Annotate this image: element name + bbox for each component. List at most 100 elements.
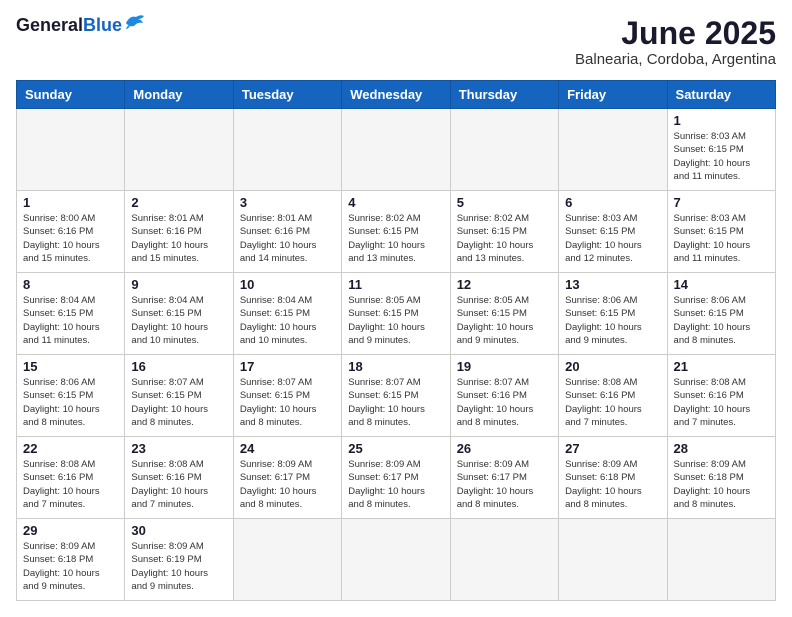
day-info: Sunrise: 8:02 AMSunset: 6:15 PMDaylight:…: [348, 212, 443, 265]
calendar-cell-w3-d7: 14 Sunrise: 8:06 AMSunset: 6:15 PMDayligh…: [667, 273, 775, 355]
calendar-cell-w3-d6: 13 Sunrise: 8:06 AMSunset: 6:15 PMDayligh…: [559, 273, 667, 355]
calendar-cell-w6-d5: [450, 519, 558, 601]
calendar-cell-w5-d4: 25Sunrise: 8:09 AMSunset: 6:17 PMDayligh…: [342, 437, 450, 519]
day-number: 17: [240, 359, 335, 374]
calendar-cell-w6-d6: [559, 519, 667, 601]
calendar-cell-w1-d6: [559, 109, 667, 191]
week-row-2: 1Sunrise: 8:00 AMSunset: 6:16 PMDaylight…: [17, 191, 776, 273]
week-row-6: 29Sunrise: 8:09 AMSunset: 6:18 PMDayligh…: [17, 519, 776, 601]
calendar-cell-w3-d3: 10 Sunrise: 8:04 AMSunset: 6:15 PMDayligh…: [233, 273, 341, 355]
day-info: Sunrise: 8:06 AMSunset: 6:15 PMDaylight:…: [674, 294, 769, 347]
calendar-cell-w1-d7: 1 Sunrise: 8:03 AMSunset: 6:15 PMDaylight…: [667, 109, 775, 191]
calendar-cell-w6-d2: 30 Sunrise: 8:09 AMSunset: 6:19 PMDayligh…: [125, 519, 233, 601]
week-row-3: 8Sunrise: 8:04 AMSunset: 6:15 PMDaylight…: [17, 273, 776, 355]
calendar-cell-w4-d6: 20 Sunrise: 8:08 AMSunset: 6:16 PMDayligh…: [559, 355, 667, 437]
col-saturday: Saturday: [667, 81, 775, 109]
calendar-cell-w6-d7: [667, 519, 775, 601]
day-number: 27: [565, 441, 660, 456]
calendar-cell-w5-d1: 22Sunrise: 8:08 AMSunset: 6:16 PMDayligh…: [17, 437, 125, 519]
day-number: 13: [565, 277, 660, 292]
calendar-cell-w5-d5: 26Sunrise: 8:09 AMSunset: 6:17 PMDayligh…: [450, 437, 558, 519]
day-info: Sunrise: 8:09 AMSunset: 6:17 PMDaylight:…: [240, 458, 335, 511]
day-info: Sunrise: 8:06 AMSunset: 6:15 PMDaylight:…: [565, 294, 660, 347]
calendar-title: June 2025: [575, 16, 776, 51]
day-number: 3: [240, 195, 335, 210]
day-number: 15: [23, 359, 118, 374]
day-number: 10: [240, 277, 335, 292]
day-number: 18: [348, 359, 443, 374]
calendar-cell-w2-d4: 4Sunrise: 8:02 AMSunset: 6:15 PMDaylight…: [342, 191, 450, 273]
calendar-cell-w2-d3: 3Sunrise: 8:01 AMSunset: 6:16 PMDaylight…: [233, 191, 341, 273]
day-info: Sunrise: 8:06 AMSunset: 6:15 PMDaylight:…: [23, 376, 118, 429]
calendar-cell-w4-d4: 18 Sunrise: 8:07 AMSunset: 6:15 PMDayligh…: [342, 355, 450, 437]
calendar-header-row: Sunday Monday Tuesday Wednesday Thursday…: [17, 81, 776, 109]
calendar-cell-w2-d2: 2Sunrise: 8:01 AMSunset: 6:16 PMDaylight…: [125, 191, 233, 273]
day-number: 16: [131, 359, 226, 374]
day-number: 14: [674, 277, 769, 292]
day-number: 23: [131, 441, 226, 456]
day-info: Sunrise: 8:04 AMSunset: 6:15 PMDaylight:…: [240, 294, 335, 347]
day-number: 6: [565, 195, 660, 210]
week-row-1: 1 Sunrise: 8:03 AMSunset: 6:15 PMDaylight…: [17, 109, 776, 191]
day-info: Sunrise: 8:08 AMSunset: 6:16 PMDaylight:…: [23, 458, 118, 511]
calendar-cell-w1-d3: [233, 109, 341, 191]
day-info: Sunrise: 8:09 AMSunset: 6:18 PMDaylight:…: [565, 458, 660, 511]
day-info: Sunrise: 8:07 AMSunset: 6:15 PMDaylight:…: [131, 376, 226, 429]
day-number: 19: [457, 359, 552, 374]
logo-blue-text: Blue: [83, 15, 122, 35]
calendar-cell-w5-d3: 24Sunrise: 8:09 AMSunset: 6:17 PMDayligh…: [233, 437, 341, 519]
day-number: 1: [674, 113, 769, 128]
calendar-cell-w1-d4: [342, 109, 450, 191]
calendar-cell-w4-d7: 21 Sunrise: 8:08 AMSunset: 6:16 PMDayligh…: [667, 355, 775, 437]
day-number: 9: [131, 277, 226, 292]
day-number: 21: [674, 359, 769, 374]
day-number: 26: [457, 441, 552, 456]
calendar-cell-w4-d5: 19 Sunrise: 8:07 AMSunset: 6:16 PMDayligh…: [450, 355, 558, 437]
logo-general-text: General: [16, 15, 83, 35]
calendar-cell-w2-d6: 6 Sunrise: 8:03 AMSunset: 6:15 PMDaylight…: [559, 191, 667, 273]
calendar-cell-w5-d2: 23Sunrise: 8:08 AMSunset: 6:16 PMDayligh…: [125, 437, 233, 519]
col-friday: Friday: [559, 81, 667, 109]
calendar-cell-w2-d5: 5Sunrise: 8:02 AMSunset: 6:15 PMDaylight…: [450, 191, 558, 273]
col-wednesday: Wednesday: [342, 81, 450, 109]
day-number: 11: [348, 277, 443, 292]
day-info: Sunrise: 8:08 AMSunset: 6:16 PMDaylight:…: [674, 376, 769, 429]
day-info: Sunrise: 8:07 AMSunset: 6:16 PMDaylight:…: [457, 376, 552, 429]
day-info: Sunrise: 8:09 AMSunset: 6:19 PMDaylight:…: [131, 540, 226, 593]
calendar-cell-w1-d5: [450, 109, 558, 191]
calendar-cell-w3-d2: 9 Sunrise: 8:04 AMSunset: 6:15 PMDaylight…: [125, 273, 233, 355]
logo: GeneralBlue: [16, 16, 146, 36]
day-info: Sunrise: 8:09 AMSunset: 6:17 PMDaylight:…: [348, 458, 443, 511]
day-info: Sunrise: 8:03 AMSunset: 6:15 PMDaylight:…: [674, 212, 769, 265]
col-tuesday: Tuesday: [233, 81, 341, 109]
day-info: Sunrise: 8:08 AMSunset: 6:16 PMDaylight:…: [565, 376, 660, 429]
day-info: Sunrise: 8:07 AMSunset: 6:15 PMDaylight:…: [240, 376, 335, 429]
calendar-cell-w2-d1: 1Sunrise: 8:00 AMSunset: 6:16 PMDaylight…: [17, 191, 125, 273]
calendar-cell-w5-d6: 27 Sunrise: 8:09 AMSunset: 6:18 PMDayligh…: [559, 437, 667, 519]
title-area: June 2025 Balnearia, Cordoba, Argentina: [575, 16, 776, 68]
day-info: Sunrise: 8:07 AMSunset: 6:15 PMDaylight:…: [348, 376, 443, 429]
day-info: Sunrise: 8:03 AMSunset: 6:15 PMDaylight:…: [565, 212, 660, 265]
week-row-5: 22Sunrise: 8:08 AMSunset: 6:16 PMDayligh…: [17, 437, 776, 519]
day-number: 30: [131, 523, 226, 538]
col-sunday: Sunday: [17, 81, 125, 109]
day-info: Sunrise: 8:09 AMSunset: 6:18 PMDaylight:…: [23, 540, 118, 593]
col-monday: Monday: [125, 81, 233, 109]
day-info: Sunrise: 8:01 AMSunset: 6:16 PMDaylight:…: [131, 212, 226, 265]
day-info: Sunrise: 8:05 AMSunset: 6:15 PMDaylight:…: [457, 294, 552, 347]
day-number: 20: [565, 359, 660, 374]
day-number: 12: [457, 277, 552, 292]
calendar-cell-w3-d1: 8Sunrise: 8:04 AMSunset: 6:15 PMDaylight…: [17, 273, 125, 355]
calendar-cell-w4-d3: 17 Sunrise: 8:07 AMSunset: 6:15 PMDayligh…: [233, 355, 341, 437]
day-info: Sunrise: 8:04 AMSunset: 6:15 PMDaylight:…: [131, 294, 226, 347]
calendar-subtitle: Balnearia, Cordoba, Argentina: [575, 51, 776, 68]
day-info: Sunrise: 8:03 AMSunset: 6:15 PMDaylight:…: [674, 130, 769, 183]
day-info: Sunrise: 8:05 AMSunset: 6:15 PMDaylight:…: [348, 294, 443, 347]
calendar-cell-w3-d4: 11 Sunrise: 8:05 AMSunset: 6:15 PMDayligh…: [342, 273, 450, 355]
col-thursday: Thursday: [450, 81, 558, 109]
day-info: Sunrise: 8:09 AMSunset: 6:18 PMDaylight:…: [674, 458, 769, 511]
calendar-cell-w5-d7: 28Sunrise: 8:09 AMSunset: 6:18 PMDayligh…: [667, 437, 775, 519]
calendar-cell-w4-d1: 15 Sunrise: 8:06 AMSunset: 6:15 PMDayligh…: [17, 355, 125, 437]
day-info: Sunrise: 8:04 AMSunset: 6:15 PMDaylight:…: [23, 294, 118, 347]
day-number: 5: [457, 195, 552, 210]
